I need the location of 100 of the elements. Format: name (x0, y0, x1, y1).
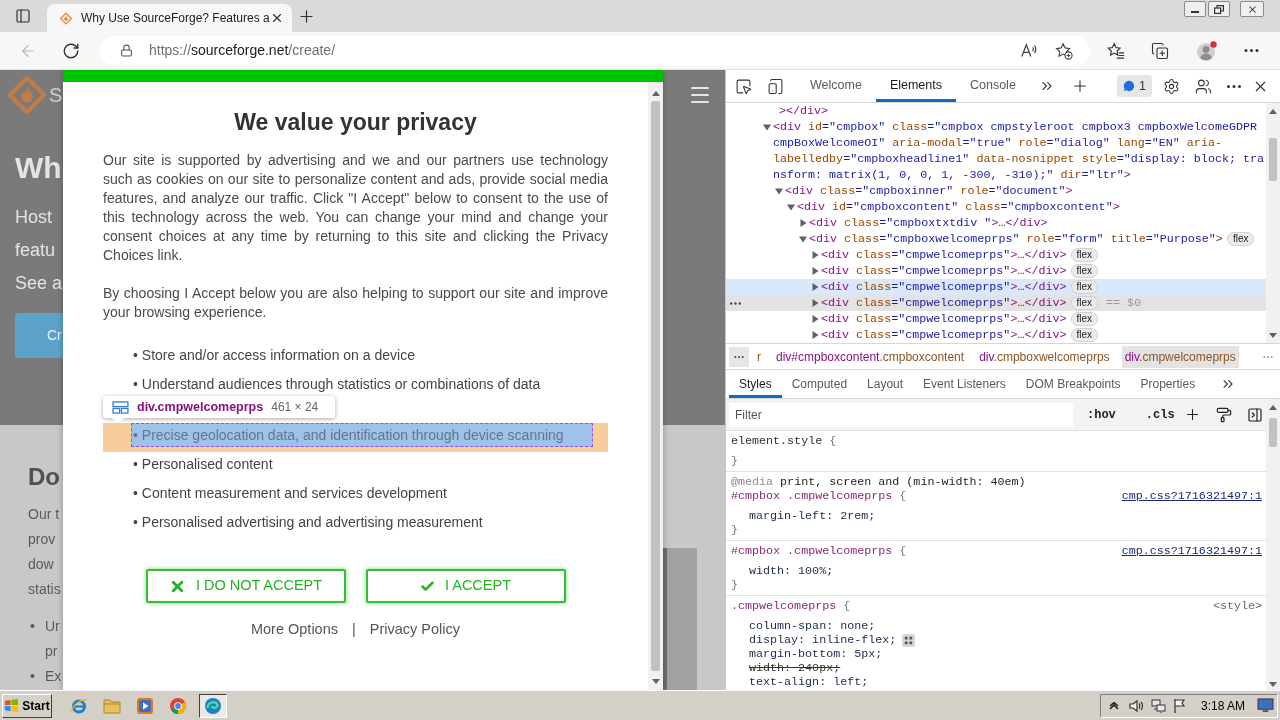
hero-text: See a (15, 272, 63, 295)
caret-right-icon[interactable] (811, 251, 819, 259)
panel-icon (15, 8, 31, 24)
dom-markup: <div id="cmpboxcontent" class="cmpboxcontent"> (797, 199, 1120, 215)
restore-button[interactable] (1208, 1, 1230, 17)
breadcrumb[interactable]: div#cmpboxcontent.cmpboxcontent (773, 345, 968, 368)
source-link[interactable]: cmp.css?1716321497:1 (1121, 489, 1262, 503)
console-ref-text: == $0 (1106, 295, 1142, 311)
speaker-icon[interactable] (1128, 698, 1145, 713)
scrollbar[interactable] (1266, 399, 1280, 690)
chat-bubble-icon (1123, 80, 1136, 92)
source-link[interactable]: cmp.css?1716321497:1 (1121, 544, 1262, 558)
dom-tree-row[interactable]: <div class="cmpboxtxtdiv ">…</div> (726, 215, 1266, 231)
caret-right-icon[interactable] (811, 267, 819, 275)
devtools-tab[interactable]: Console (956, 70, 1030, 102)
scrollbar-thumb[interactable] (651, 101, 660, 671)
address-field[interactable]: https://sourceforge.net/create/ (100, 35, 1090, 66)
sidebar-tab[interactable]: DOM Breakpoints (1015, 370, 1131, 398)
issues-button[interactable]: 1 (1117, 75, 1152, 97)
scroll-up-icon[interactable] (1269, 109, 1277, 114)
devtools-tab[interactable]: Elements (875, 70, 956, 102)
purpose-item: • Content measurement and services development (132, 483, 448, 503)
flex-badge[interactable]: flex (1070, 248, 1099, 262)
flex-badge[interactable]: flex (1070, 328, 1099, 342)
ring-swoosh-icon (70, 696, 88, 715)
dialog-link[interactable]: More Options (250, 619, 338, 639)
start-flag-icon (4, 698, 20, 713)
caret-right-icon[interactable] (799, 219, 807, 227)
filter-field[interactable]: Filter (729, 402, 1073, 427)
flex-badge[interactable]: flex (1070, 264, 1099, 278)
style-toggle-button[interactable]: .cls (1143, 404, 1177, 425)
dom-markup: <div id="cmpbox" class="cmpbox cmpstyleroot cmpbox3 cmpboxWelcomeGDPR cmpBoxWelcomeOI" aria-modal="true" role="dialog" lang="EN" aria-labelledby="cmpboxheadline1" data-nosnippet style="display: block; transform: matrix(1, 0, 0, 1, -300, -310);" dir="ltr"> (773, 119, 1265, 183)
caret-right-icon[interactable] (811, 315, 819, 323)
caret-down-icon[interactable] (763, 123, 771, 131)
dom-tree-row[interactable]: <div class="cmpwelcomeprps">…</div> flex == $0 (726, 295, 1266, 311)
favorites-button[interactable] (1106, 40, 1126, 61)
css-declaration: text-align: left; (749, 675, 869, 689)
breadcrumb-scroll-button[interactable] (729, 346, 749, 367)
sidebar-tab[interactable]: Properties (1130, 370, 1206, 398)
purpose-item: • Understand audiences through statistics or combinations of data (132, 374, 542, 394)
dom-markup: <div class="cmpwelcomeprps">…</div> (821, 327, 1067, 343)
purpose-item: • Store and/or access information on a device (132, 345, 416, 365)
collections-button[interactable] (1150, 40, 1170, 61)
close-icon (1246, 3, 1258, 15)
dom-tree-row[interactable]: <div class="cmpboxwelcomeprps" role="form" title="Purpose"> flex (726, 231, 1266, 247)
scroll-down-icon[interactable] (651, 679, 660, 684)
scroll-up-icon[interactable] (1269, 405, 1277, 410)
dom-markup: <div class="cmpboxinner" role="document"> (785, 183, 1073, 199)
flex-badge[interactable]: flex (1070, 280, 1099, 294)
add-favorite-button[interactable] (1054, 40, 1074, 61)
scroll-up-icon[interactable] (651, 91, 660, 96)
dialog-link[interactable]: Privacy Policy (369, 619, 461, 639)
dom-tree-row[interactable]: <div class="cmpboxinner" role="document"> (726, 183, 1266, 199)
flag-icon[interactable] (1172, 697, 1187, 714)
dom-tree-row[interactable]: <div class="cmpwelcomeprps">…</div> flex (726, 263, 1266, 279)
flex-badge[interactable]: flex (1226, 232, 1255, 246)
purpose-item: • Personalised advertising and advertising measurement (132, 512, 484, 532)
caret-right-icon[interactable] (811, 331, 819, 339)
flex-badge[interactable]: flex (1070, 296, 1099, 310)
minimize-button[interactable] (1184, 1, 1206, 17)
dom-tree-row[interactable]: <div id="cmpboxcontent" class="cmpboxcontent"> (726, 199, 1266, 215)
start-button[interactable]: Start (2, 693, 52, 718)
devtools-tab[interactable]: Welcome (796, 70, 876, 102)
inspect-button[interactable] (733, 76, 753, 96)
dom-tree-row[interactable]: <div class="cmpwelcomeprps">…</div> flex (726, 327, 1266, 343)
caret-down-icon[interactable] (775, 187, 783, 195)
close-button[interactable] (1240, 1, 1264, 17)
scroll-down-icon[interactable] (1269, 333, 1277, 338)
chevrons-up-icon[interactable] (1108, 701, 1119, 710)
profile-button[interactable] (1196, 39, 1218, 62)
caret-down-icon[interactable] (799, 235, 807, 243)
connect-button[interactable] (1193, 76, 1213, 96)
breadcrumb[interactable]: r (754, 345, 764, 368)
caret-right-icon[interactable] (811, 283, 819, 291)
dom-tree-row[interactable]: <div class="cmpwelcomeprps">…</div> flex (726, 247, 1266, 263)
caret-right-icon[interactable] (811, 299, 819, 307)
monitor-icon[interactable] (1257, 698, 1274, 713)
scrollbar-thumb[interactable] (1269, 138, 1277, 181)
more-icon[interactable] (730, 301, 741, 305)
scrollbar[interactable] (1266, 103, 1280, 343)
sidebar-tab[interactable]: Layout (857, 370, 914, 398)
dom-markup: <div class="cmpboxtxtdiv ">…</div> (809, 215, 1048, 231)
caret-down-icon[interactable] (787, 203, 795, 211)
flex-badge[interactable]: flex (1070, 312, 1099, 326)
scrollbar-thumb[interactable] (1269, 418, 1277, 447)
dom-tree-row[interactable]: <div class="cmpwelcomeprps">…</div> flex (726, 279, 1266, 295)
browser-tab[interactable]: Why Use SourceForge? Features a (47, 4, 292, 32)
scrollbar[interactable] (648, 82, 663, 690)
taskbar-app-button[interactable] (199, 693, 227, 718)
scroll-down-icon[interactable] (1269, 682, 1277, 687)
sidebar-tab[interactable]: Computed (781, 370, 858, 398)
clock-text: 3:18 AM (1200, 697, 1245, 715)
sidebar-tab[interactable]: Event Listeners (913, 370, 1016, 398)
monitors-icon[interactable] (1150, 697, 1167, 714)
style-toggle-button[interactable]: :hov (1085, 404, 1118, 425)
flex-editor-icon[interactable] (902, 633, 916, 647)
device-toolbar-button[interactable] (765, 76, 785, 96)
dom-tree-row[interactable]: <div class="cmpwelcomeprps">…</div> flex (726, 311, 1266, 327)
breadcrumb[interactable]: div.cmpboxwelcomeprps (976, 345, 1113, 368)
breadcrumb[interactable]: div.cmpwelcomeprps (1121, 345, 1239, 368)
